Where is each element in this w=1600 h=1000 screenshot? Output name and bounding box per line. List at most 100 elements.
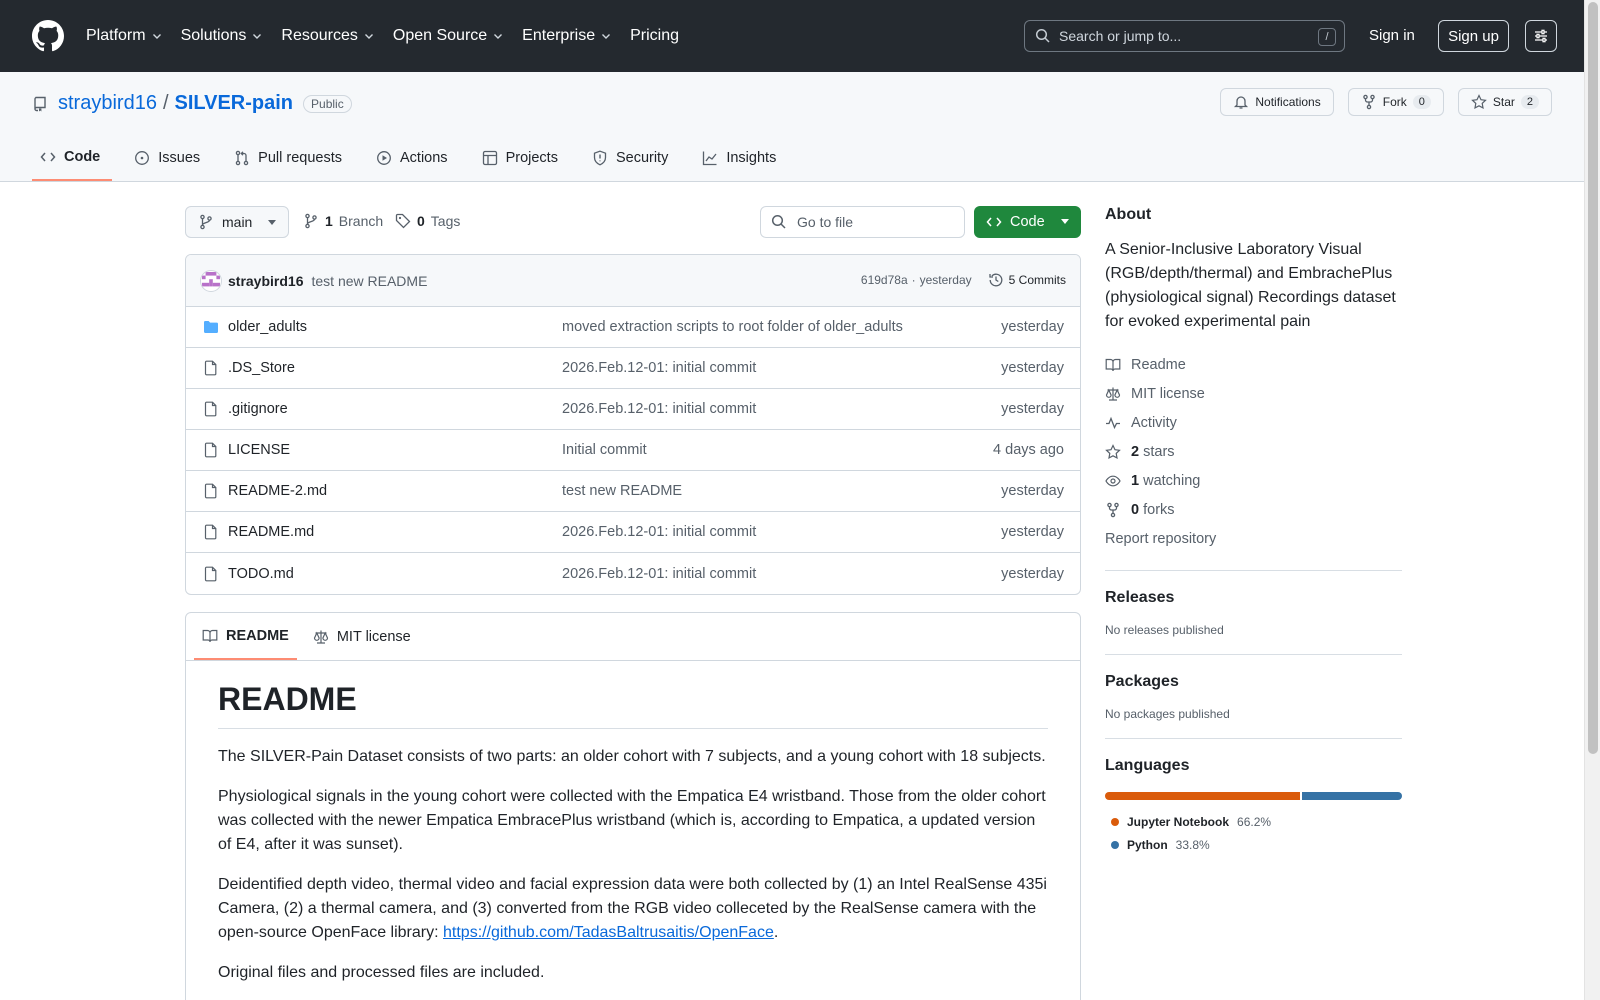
nav-label: Pricing	[630, 27, 679, 44]
branch-selector-button[interactable]: main	[185, 206, 289, 238]
file-icon	[204, 360, 217, 376]
packages-empty-text: No packages published	[1105, 707, 1230, 721]
file-commit-message-link[interactable]: Initial commit	[562, 442, 647, 458]
file-name-link[interactable]: README.md	[228, 524, 562, 540]
nav-resources[interactable]: Resources	[281, 27, 374, 45]
file-commit-message-link[interactable]: 2026.Feb.12-01: initial commit	[562, 401, 756, 417]
notifications-button[interactable]: Notifications	[1220, 88, 1334, 116]
go-to-file-placeholder: Go to file	[797, 214, 854, 230]
caret-down-icon	[268, 220, 276, 225]
file-commit-date: yesterday	[1001, 401, 1064, 417]
file-commit-date: yesterday	[1001, 360, 1064, 376]
forks-link[interactable]: 0 forks	[1105, 495, 1402, 524]
fork-button[interactable]: Fork 0	[1347, 88, 1444, 116]
code-icon	[986, 217, 1002, 227]
releases-empty-text: No releases published	[1105, 623, 1224, 637]
file-browser: straybird16 test new README 619d78a · ye…	[185, 254, 1081, 595]
file-commit-message-link[interactable]: 2026.Feb.12-01: initial commit	[562, 524, 756, 540]
watchers-link[interactable]: 1 watching	[1105, 466, 1402, 495]
repo-path-separator: /	[162, 92, 169, 114]
tags-link[interactable]: 0 Tags	[395, 213, 460, 229]
commits-history-link[interactable]: 5 Commits	[988, 272, 1066, 288]
releases-heading[interactable]: Releases	[1105, 589, 1402, 607]
license-tab[interactable]: MIT license	[305, 613, 419, 660]
tab-label: Insights	[726, 150, 777, 166]
file-commit-message-link[interactable]: moved extraction scripts to root folder …	[562, 319, 903, 335]
tab-actions[interactable]: Actions	[368, 149, 460, 181]
search-icon	[771, 214, 786, 229]
readme-tab-label: README	[226, 627, 289, 644]
nav-open-source[interactable]: Open Source	[393, 27, 504, 45]
fork-icon	[1107, 502, 1119, 517]
file-name-link[interactable]: LICENSE	[228, 442, 562, 458]
fork-icon	[1362, 94, 1375, 110]
github-logo-icon[interactable]	[32, 20, 64, 52]
nav-platform[interactable]: Platform	[86, 27, 163, 45]
openface-link[interactable]: https://github.com/TadasBaltrusaitis/Ope…	[443, 924, 774, 941]
commit-hash-link[interactable]: 619d78a	[861, 273, 908, 287]
nav-solutions[interactable]: Solutions	[181, 27, 264, 45]
branch-count: 1	[325, 213, 333, 229]
forks-label: forks	[1143, 501, 1175, 518]
commit-author-link[interactable]: straybird16	[228, 273, 303, 289]
nav-enterprise[interactable]: Enterprise	[522, 27, 612, 45]
notifications-label: Notifications	[1255, 95, 1321, 109]
stars-link[interactable]: 2 stars	[1105, 437, 1402, 466]
packages-heading[interactable]: Packages	[1105, 673, 1402, 691]
branches-link[interactable]: 1 Branch	[303, 213, 383, 229]
file-name-link[interactable]: README-2.md	[228, 483, 562, 499]
repo-sidebar: About A Senior-Inclusive Laboratory Visu…	[1105, 206, 1402, 856]
file-commit-date: yesterday	[1001, 524, 1064, 540]
file-name-link[interactable]: .gitignore	[228, 401, 562, 417]
language-bar-segment	[1105, 792, 1301, 800]
file-name-link[interactable]: .DS_Store	[228, 360, 562, 376]
file-commit-date: 4 days ago	[993, 442, 1064, 458]
scrollbar-thumb[interactable]	[1588, 2, 1598, 754]
license-link[interactable]: MIT license	[1105, 379, 1402, 408]
issue-icon	[135, 151, 150, 165]
shield-icon	[593, 150, 607, 166]
license-link-label: MIT license	[1131, 385, 1205, 402]
file-commit-message-link[interactable]: 2026.Feb.12-01: initial commit	[562, 360, 756, 376]
language-item[interactable]: Python 33.8%	[1105, 833, 1402, 856]
repo-name-link[interactable]: SILVER-pain	[175, 92, 294, 115]
commit-message-link[interactable]: test new README	[311, 273, 427, 289]
tab-issues[interactable]: Issues	[126, 149, 212, 181]
tag-icon	[395, 213, 411, 229]
tab-insights[interactable]: Insights	[694, 149, 788, 181]
stars-count: 2	[1131, 443, 1140, 460]
global-search-input[interactable]: Search or jump to... /	[1024, 20, 1345, 52]
tab-code[interactable]: Code	[32, 149, 113, 181]
tab-pull-requests[interactable]: Pull requests	[226, 149, 354, 181]
tab-security[interactable]: Security	[584, 149, 680, 181]
sign-in-link[interactable]: Sign in	[1369, 27, 1415, 44]
nav-pricing[interactable]: Pricing	[630, 27, 679, 45]
sign-up-button[interactable]: Sign up	[1438, 20, 1509, 52]
history-icon	[989, 273, 1003, 287]
tab-projects[interactable]: Projects	[474, 149, 570, 181]
report-repository-link[interactable]: Report repository	[1105, 524, 1402, 553]
play-circle-icon	[377, 151, 391, 165]
file-commit-message-link[interactable]: test new README	[562, 483, 682, 499]
page-scrollbar[interactable]	[1584, 0, 1600, 1000]
table-icon	[482, 150, 497, 166]
readme-tab[interactable]: README	[194, 613, 297, 660]
menu-toggle-button[interactable]	[1525, 20, 1557, 52]
star-button[interactable]: Star 2	[1457, 88, 1552, 116]
activity-link[interactable]: Activity	[1105, 408, 1402, 437]
search-placeholder: Search or jump to...	[1059, 28, 1182, 44]
file-name-link[interactable]: older_adults	[228, 319, 562, 335]
file-name-link[interactable]: TODO.md	[228, 566, 562, 582]
language-item[interactable]: Jupyter Notebook 66.2%	[1105, 810, 1402, 833]
chevron-down-icon	[253, 34, 262, 39]
code-dropdown-button[interactable]: Code	[974, 206, 1081, 238]
avatar[interactable]	[200, 269, 222, 292]
file-row-readme: README.md 2026.Feb.12-01: initial commit…	[186, 512, 1080, 553]
file-commit-message-link[interactable]: 2026.Feb.12-01: initial commit	[562, 566, 756, 582]
file-icon	[204, 524, 217, 540]
bell-icon	[1234, 96, 1249, 109]
go-to-file-input[interactable]: Go to file	[760, 206, 965, 238]
repo-owner-link[interactable]: straybird16	[58, 92, 157, 115]
watching-count: 1	[1131, 472, 1140, 489]
readme-link[interactable]: Readme	[1105, 350, 1402, 379]
